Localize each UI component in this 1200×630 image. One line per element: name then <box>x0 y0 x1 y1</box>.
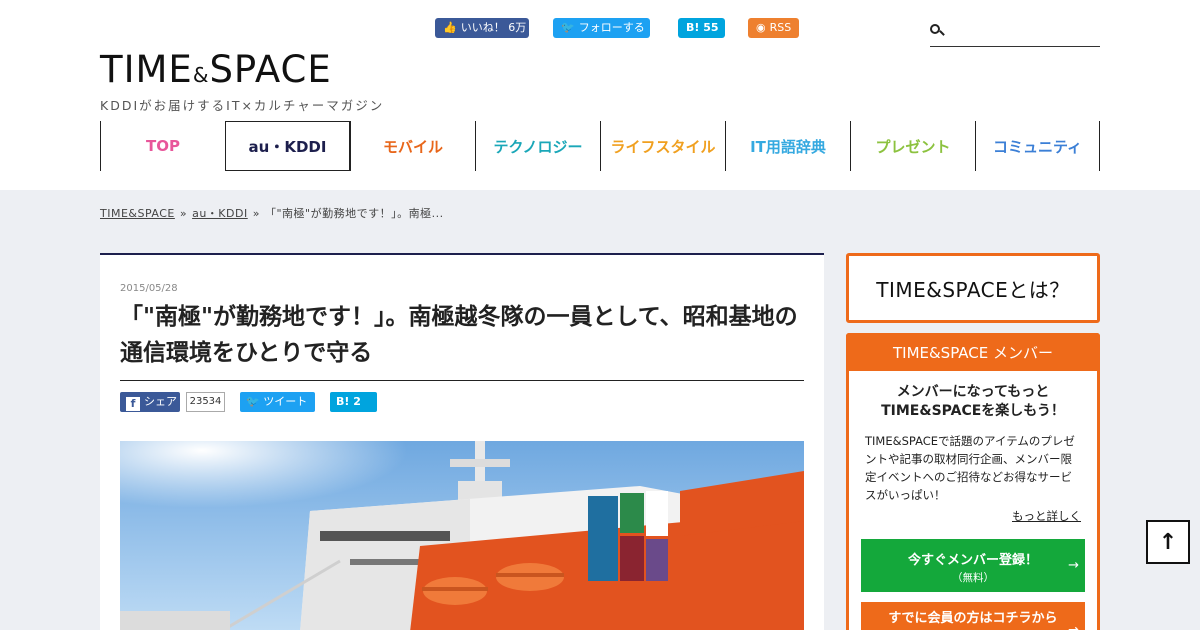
member-lead: メンバーになってもっと TIME&SPACEを楽しもう！ <box>881 384 1065 419</box>
member-register-button[interactable]: 今すぐメンバー登録！ （無料） → <box>861 539 1085 592</box>
arrow-up-icon: ↑ <box>1158 529 1178 555</box>
article-date: 2015/05/28 <box>120 283 178 294</box>
search-icon[interactable] <box>930 24 945 38</box>
site-header: TIME&SPACE KDDIがお届けするIT×カルチャーマガジン 👍 いいね！ … <box>0 0 1200 190</box>
rss-button[interactable]: ◉ RSS <box>748 18 799 38</box>
member-panel: TIME&SPACE メンバー メンバーになってもっと TIME&SPACEを楽… <box>846 333 1100 630</box>
hatena-bookmark-share-button[interactable]: B! 2 <box>330 392 377 412</box>
site-logo[interactable]: TIME&SPACE KDDIがお届けするIT×カルチャーマガジン <box>100 50 384 114</box>
nav-item-top[interactable]: TOP <box>100 121 225 171</box>
facebook-icon: f <box>126 397 140 411</box>
twitter-bird-icon: 🐦 <box>561 21 575 34</box>
breadcrumb-home-link[interactable]: TIME&SPACE <box>100 207 175 220</box>
article-card: 2015/05/28 「"南極"が勤務地です！」。南極越冬隊の一員として、昭和基… <box>100 253 824 630</box>
breadcrumb-category-link[interactable]: au・KDDI <box>192 207 248 220</box>
tweet-button[interactable]: 🐦 ツイート <box>240 392 315 412</box>
logo-title: TIME&SPACE <box>100 48 332 91</box>
facebook-share-button[interactable]: f シェア <box>120 392 180 412</box>
member-panel-header: TIME&SPACE メンバー <box>849 336 1097 371</box>
hero-image-icebreaker-ship <box>120 441 804 630</box>
twitter-follow-button[interactable]: 🐦 フォローする <box>553 18 650 38</box>
main-nav: TOP au・KDDI モバイル テクノロジー ライフスタイル IT用語辞典 プ… <box>100 121 1100 171</box>
twitter-bird-icon: 🐦 <box>246 395 264 408</box>
arrow-right-icon: → <box>1068 614 1079 630</box>
breadcrumb: TIME&SPACE» au・KDDI» 「"南極"が勤務地です！」。南極... <box>100 207 444 220</box>
member-login-button[interactable]: すでに会員の方はコチラから → <box>861 602 1085 630</box>
search-input[interactable] <box>950 20 1098 44</box>
arrow-right-icon: → <box>1068 557 1079 573</box>
nav-item-community[interactable]: コミュニティ <box>975 121 1100 171</box>
nav-item-au-kddi[interactable]: au・KDDI <box>225 121 350 171</box>
member-description: TIME&SPACEで話題のアイテムのプレゼントや記事の取材同行企画、メンバー限… <box>865 434 1075 502</box>
nav-item-present[interactable]: プレゼント <box>850 121 975 171</box>
logo-tagline: KDDIがお届けするIT×カルチャーマガジン <box>100 98 385 113</box>
nav-item-mobile[interactable]: モバイル <box>350 121 475 171</box>
rss-icon: ◉ <box>756 21 766 34</box>
title-divider <box>120 380 804 381</box>
facebook-share-count: 23534 <box>186 392 225 412</box>
hatena-bookmark-button[interactable]: B! 55 <box>678 18 725 38</box>
thumbs-up-icon: 👍 <box>443 21 457 34</box>
article-title: 「"南極"が勤務地です！」。南極越冬隊の一員として、昭和基地の通信環境をひとりで… <box>120 304 798 366</box>
member-more-link[interactable]: もっと詳しく <box>1012 508 1081 524</box>
nav-item-lifestyle[interactable]: ライフスタイル <box>600 121 725 171</box>
nav-item-it-glossary[interactable]: IT用語辞典 <box>725 121 850 171</box>
back-to-top-button[interactable]: ↑ <box>1146 520 1190 564</box>
search-box <box>930 18 1100 47</box>
nav-item-technology[interactable]: テクノロジー <box>475 121 600 171</box>
facebook-like-button[interactable]: 👍 いいね！ 6万 <box>435 18 529 38</box>
breadcrumb-current: 「"南極"が勤務地です！」。南極... <box>264 207 444 220</box>
about-time-and-space-banner[interactable]: TIME&SPACEとは？ <box>846 253 1100 323</box>
